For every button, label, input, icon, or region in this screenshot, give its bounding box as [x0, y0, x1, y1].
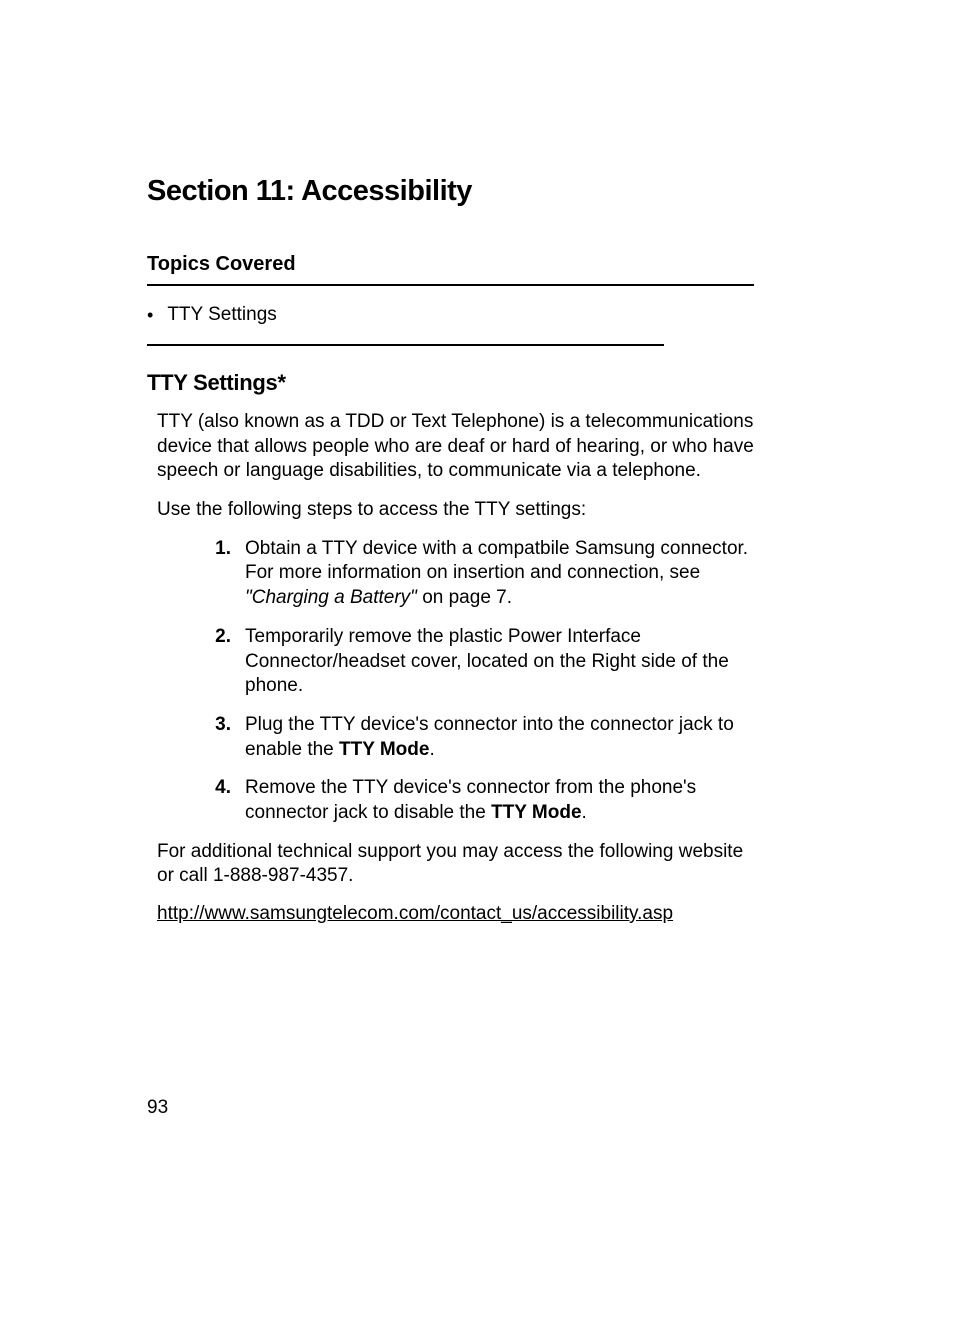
step-1: 1. Obtain a TTY device with a compatbile…: [197, 537, 754, 611]
page-number: 93: [147, 1097, 168, 1119]
support-link[interactable]: http://www.samsungtelecom.com/contact_us…: [157, 903, 754, 925]
step-text: Obtain a TTY device with a compatbile Sa…: [245, 537, 754, 611]
topics-end-divider: [147, 344, 664, 346]
bullet-icon: •: [147, 304, 153, 326]
topics-covered-header: Topics Covered: [147, 253, 754, 276]
step-text: Temporarily remove the plastic Power Int…: [245, 625, 754, 699]
topics-divider: [147, 284, 754, 286]
topics-item-label: TTY Settings: [167, 304, 276, 326]
step-number: 3.: [197, 713, 245, 762]
step-number: 4.: [197, 776, 245, 825]
steps-list: 1. Obtain a TTY device with a compatbile…: [197, 537, 754, 826]
step-3: 3. Plug the TTY device's connector into …: [197, 713, 754, 762]
paragraph-3: For additional technical support you may…: [157, 840, 754, 889]
tty-settings-heading: TTY Settings*: [147, 370, 754, 396]
step-number: 2.: [197, 625, 245, 699]
step-text: Plug the TTY device's connector into the…: [245, 713, 754, 762]
topics-list-item: • TTY Settings: [147, 304, 754, 326]
step-text: Remove the TTY device's connector from t…: [245, 776, 754, 825]
paragraph-1: TTY (also known as a TDD or Text Telepho…: [157, 410, 754, 484]
section-title: Section 11: Accessibility: [147, 175, 754, 208]
step-4: 4. Remove the TTY device's connector fro…: [197, 776, 754, 825]
step-2: 2. Temporarily remove the plastic Power …: [197, 625, 754, 699]
step-number: 1.: [197, 537, 245, 611]
paragraph-2: Use the following steps to access the TT…: [157, 498, 754, 523]
